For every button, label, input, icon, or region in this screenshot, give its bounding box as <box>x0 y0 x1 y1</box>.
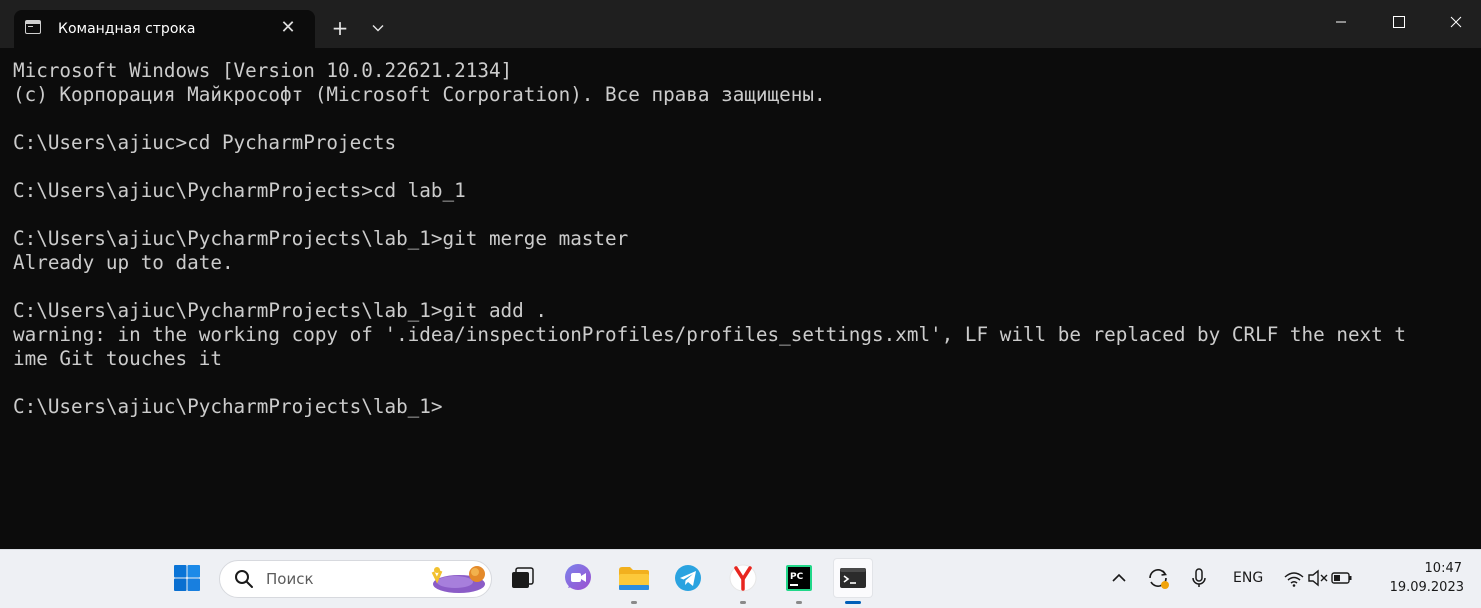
battery-icon <box>1331 572 1352 584</box>
search-icon <box>235 570 253 588</box>
chevron-down-icon <box>372 25 384 32</box>
search-highlight-icon <box>431 566 485 593</box>
tab-command-prompt[interactable]: Командная строка ✕ <box>14 10 315 48</box>
minimize-icon <box>1336 21 1346 23</box>
file-explorer-icon <box>619 567 649 590</box>
quick-settings-button[interactable] <box>1276 558 1356 598</box>
terminal-line: warning: in the working copy of '.idea/i… <box>13 323 1406 346</box>
windows-start-icon <box>174 565 200 591</box>
search-placeholder: Поиск <box>266 570 314 588</box>
close-tab-button[interactable]: ✕ <box>276 16 300 40</box>
terminal-button[interactable] <box>833 558 873 598</box>
show-hidden-icons-button[interactable] <box>1099 558 1139 598</box>
yandex-browser-icon <box>729 564 757 592</box>
terminal-line: ime Git touches it <box>13 347 222 370</box>
volume-muted-icon <box>1308 569 1328 587</box>
terminal-output[interactable]: Microsoft Windows [Version 10.0.22621.21… <box>0 48 1481 549</box>
close-icon <box>1450 16 1462 28</box>
chevron-up-icon <box>1112 573 1126 582</box>
terminal-line: Already up to date. <box>13 251 234 274</box>
terminal-prompt: C:\Users\ajiuc\PycharmProjects\lab_1> <box>13 395 443 418</box>
terminal-line: (c) Корпорация Майкрософт (Microsoft Cor… <box>13 83 826 106</box>
close-window-button[interactable] <box>1431 0 1481 44</box>
pycharm-icon: PC <box>786 565 812 591</box>
taskbar: Поиск PC ENG 10:47 19.09.2023 <box>0 549 1481 608</box>
start-button[interactable] <box>167 558 207 598</box>
sync-icon <box>1149 569 1169 589</box>
svg-text:PC: PC <box>790 572 804 582</box>
file-explorer-button[interactable] <box>614 558 654 598</box>
maximize-icon <box>1393 16 1405 28</box>
language-indicator[interactable]: ENG <box>1233 570 1263 586</box>
running-indicator <box>740 601 746 604</box>
telegram-button[interactable] <box>668 558 708 598</box>
active-indicator <box>845 601 861 604</box>
running-indicator <box>796 601 802 604</box>
teams-chat-icon <box>565 564 591 590</box>
task-view-button[interactable] <box>502 558 542 598</box>
title-bar: Командная строка ✕ + <box>0 0 1481 48</box>
cmd-icon <box>25 20 41 34</box>
clock-date: 19.09.2023 <box>1389 580 1464 595</box>
terminal-line: C:\Users\ajiuc\PycharmProjects\lab_1>git… <box>13 227 629 250</box>
tab-title: Командная строка <box>58 21 196 37</box>
new-tab-button[interactable]: + <box>326 14 354 42</box>
teams-chat-button[interactable] <box>558 558 598 598</box>
clock-button[interactable]: 10:47 19.09.2023 <box>1378 558 1470 598</box>
running-indicator <box>631 601 637 604</box>
tab-dropdown-button[interactable] <box>364 14 392 42</box>
terminal-line: C:\Users\ajiuc\PycharmProjects>cd lab_1 <box>13 179 466 202</box>
onedrive-sync-button[interactable] <box>1138 558 1178 598</box>
pycharm-button[interactable]: PC <box>779 558 819 598</box>
task-view-icon <box>512 567 534 588</box>
yandex-browser-button[interactable] <box>723 558 763 598</box>
microphone-icon <box>1192 568 1206 587</box>
terminal-icon <box>840 568 866 588</box>
clock-time: 10:47 <box>1424 561 1462 576</box>
terminal-line: Microsoft Windows [Version 10.0.22621.21… <box>13 59 513 82</box>
taskbar-search[interactable]: Поиск <box>219 560 492 598</box>
terminal-line: C:\Users\ajiuc>cd PycharmProjects <box>13 131 397 154</box>
wifi-icon <box>1284 572 1304 587</box>
minimize-button[interactable] <box>1316 0 1366 44</box>
telegram-icon <box>675 565 701 591</box>
terminal-line: C:\Users\ajiuc\PycharmProjects\lab_1>git… <box>13 299 547 322</box>
microphone-button[interactable] <box>1180 558 1218 598</box>
maximize-button[interactable] <box>1374 0 1424 44</box>
